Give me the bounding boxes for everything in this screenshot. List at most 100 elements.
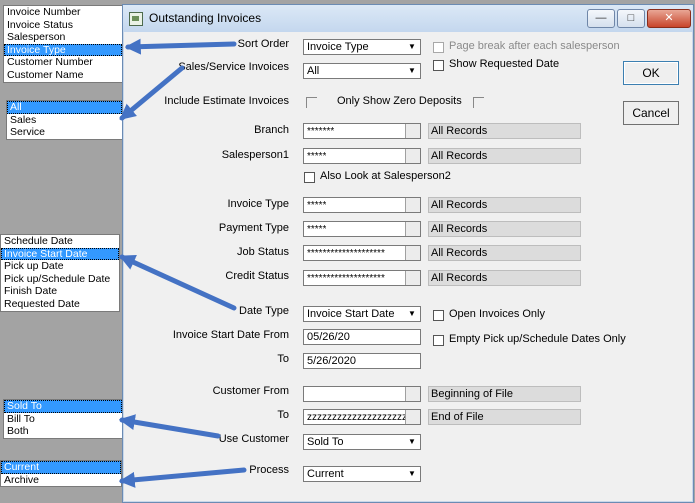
process-select[interactable]: Current ▼ <box>303 466 421 482</box>
option-invoice-start-date[interactable]: Invoice Start Date <box>1 247 119 261</box>
minimize-icon: — <box>595 12 607 24</box>
option-requested-date[interactable]: Requested Date <box>1 298 119 311</box>
empty-pickup-label: Empty Pick up/Schedule Dates Only <box>449 333 626 345</box>
option-sales[interactable]: Sales <box>7 114 122 127</box>
customer-to-input[interactable]: zzzzzzzzzzzzzzzzzzzz <box>303 409 421 425</box>
page-break-checkbox[interactable] <box>433 42 444 53</box>
option-pickup-date[interactable]: Pick up Date <box>1 260 119 273</box>
job-status-lookup-button[interactable] <box>405 246 420 260</box>
option-pickup-schedule-date[interactable]: Pick up/Schedule Date <box>1 273 119 286</box>
branch-label: Branch <box>254 124 289 136</box>
ok-button[interactable]: OK <box>623 61 679 85</box>
option-customer-number[interactable]: Customer Number <box>4 56 122 69</box>
show-requested-date-checkbox[interactable] <box>433 60 444 71</box>
salesperson1-value: ***** <box>307 151 327 162</box>
option-current[interactable]: Current <box>1 461 121 474</box>
ok-label: OK <box>642 66 660 80</box>
job-status-input[interactable]: ******************** <box>303 245 421 261</box>
invoice-type-lookup-button[interactable] <box>405 198 420 212</box>
option-sold-to[interactable]: Sold To <box>4 400 122 413</box>
date-type-options: Schedule Date Invoice Start Date Pick up… <box>0 234 120 312</box>
credit-status-lookup-button[interactable] <box>405 271 420 285</box>
option-customer-name[interactable]: Customer Name <box>4 69 122 82</box>
use-customer-select[interactable]: Sold To ▼ <box>303 434 421 450</box>
close-button[interactable]: ✕ <box>647 9 691 28</box>
sort-order-value: Invoice Type <box>307 41 369 53</box>
also-look-salesperson2-checkbox[interactable] <box>304 172 315 183</box>
date-type-value: Invoice Start Date <box>307 308 395 320</box>
customer-to-range-text: End of File <box>431 411 484 423</box>
date-type-label: Date Type <box>239 305 289 317</box>
use-customer-options: Sold To Bill To Both <box>3 399 123 439</box>
date-from-input[interactable]: 05/26/20 <box>303 329 421 345</box>
salesperson1-range-text: All Records <box>431 150 488 162</box>
zero-deposits-checkbox[interactable] <box>473 97 484 108</box>
date-from-label: Invoice Start Date From <box>172 329 289 341</box>
option-both[interactable]: Both <box>4 425 122 438</box>
payment-type-lookup-button[interactable] <box>405 222 420 236</box>
window-title: Outstanding Invoices <box>149 11 262 25</box>
branch-input[interactable]: ******* <box>303 123 421 139</box>
sort-order-select[interactable]: Invoice Type ▼ <box>303 39 421 55</box>
open-invoices-only-checkbox[interactable] <box>433 310 444 321</box>
process-value: Current <box>307 468 344 480</box>
page-break-label: Page break after each salesperson <box>449 40 620 52</box>
payment-type-input[interactable]: ***** <box>303 221 421 237</box>
option-invoice-type[interactable]: Invoice Type <box>4 43 122 57</box>
customer-from-input[interactable] <box>303 386 421 402</box>
option-archive[interactable]: Archive <box>1 474 121 487</box>
include-estimate-checkbox[interactable] <box>306 97 317 108</box>
process-options: Current Archive <box>0 460 122 488</box>
customer-to-lookup-button[interactable] <box>405 410 420 424</box>
option-schedule-date[interactable]: Schedule Date <box>1 235 119 248</box>
salesperson1-lookup-button[interactable] <box>405 149 420 163</box>
customer-to-value: zzzzzzzzzzzzzzzzzzzz <box>307 412 407 423</box>
customer-from-lookup-button[interactable] <box>405 387 420 401</box>
option-invoice-number[interactable]: Invoice Number <box>4 6 122 19</box>
title-bar[interactable]: Outstanding Invoices — □ ✕ <box>123 5 693 32</box>
invoice-type-value: ***** <box>307 200 327 211</box>
branch-value: ******* <box>307 126 335 137</box>
option-bill-to[interactable]: Bill To <box>4 413 122 426</box>
close-icon: ✕ <box>664 12 674 24</box>
show-requested-date-label: Show Requested Date <box>449 58 560 70</box>
job-status-range: All Records <box>428 245 581 261</box>
branch-range: All Records <box>428 123 581 139</box>
branch-lookup-button[interactable] <box>405 124 420 138</box>
sort-order-label: Sort Order <box>237 38 289 50</box>
option-service[interactable]: Service <box>7 126 122 139</box>
invoice-type-input[interactable]: ***** <box>303 197 421 213</box>
date-to-input[interactable]: 5/26/2020 <box>303 353 421 369</box>
sales-service-label: Sales/Service Invoices <box>178 61 289 73</box>
invoice-type-range: All Records <box>428 197 581 213</box>
salesperson1-label: Salesperson1 <box>221 149 289 161</box>
process-label: Process <box>249 464 289 476</box>
date-to-value: 5/26/2020 <box>307 355 356 367</box>
credit-status-input[interactable]: ******************** <box>303 270 421 286</box>
sales-service-select[interactable]: All ▼ <box>303 63 421 79</box>
cancel-label: Cancel <box>632 106 670 120</box>
customer-from-range-text: Beginning of File <box>431 388 513 400</box>
salesperson1-input[interactable]: ***** <box>303 148 421 164</box>
option-salesperson[interactable]: Salesperson <box>4 31 122 44</box>
salesperson1-range: All Records <box>428 148 581 164</box>
credit-status-range-text: All Records <box>431 272 488 284</box>
maximize-button[interactable]: □ <box>617 9 645 28</box>
chevron-down-icon: ▼ <box>408 66 416 75</box>
date-from-value: 05/26/20 <box>307 331 350 343</box>
option-invoice-status[interactable]: Invoice Status <box>4 19 122 32</box>
sales-service-options: All Sales Service <box>6 100 123 140</box>
date-type-select[interactable]: Invoice Start Date ▼ <box>303 306 421 322</box>
branch-range-text: All Records <box>431 125 488 137</box>
chevron-down-icon: ▼ <box>408 469 416 478</box>
empty-pickup-checkbox[interactable] <box>433 335 444 346</box>
cancel-button[interactable]: Cancel <box>623 101 679 125</box>
include-estimate-label: Include Estimate Invoices <box>164 95 289 107</box>
option-finish-date[interactable]: Finish Date <box>1 285 119 298</box>
customer-to-range: End of File <box>428 409 581 425</box>
invoice-type-label: Invoice Type <box>227 198 289 210</box>
zero-deposits-label: Only Show Zero Deposits <box>337 95 462 107</box>
option-all[interactable]: All <box>7 101 122 114</box>
minimize-button[interactable]: — <box>587 9 615 28</box>
job-status-label: Job Status <box>237 246 289 258</box>
